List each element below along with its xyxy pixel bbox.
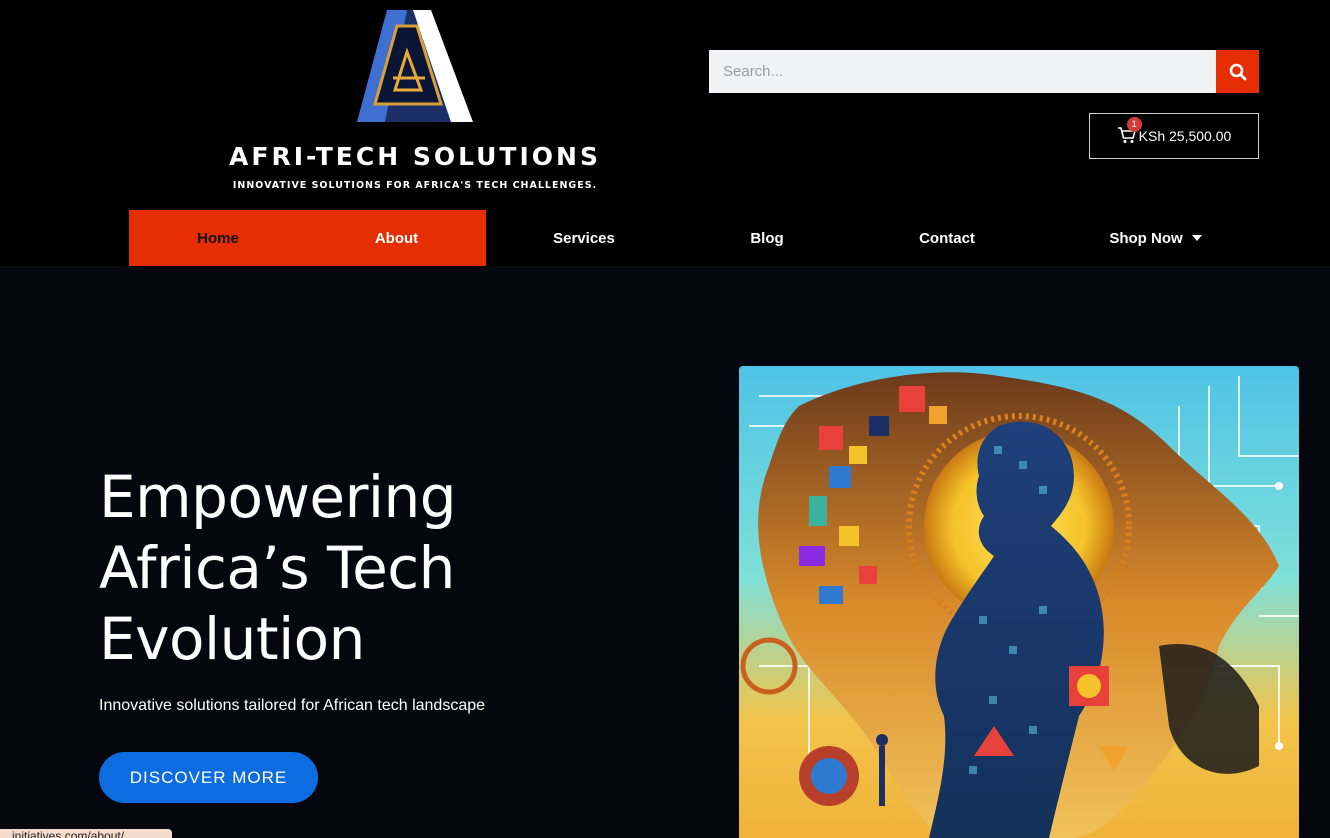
chevron-down-icon: [1191, 235, 1202, 241]
hero-title-line-2: Africa’s Tech: [99, 534, 455, 602]
brand-logo[interactable]: AFRI-TECH SOLUTIONS INNOVATIVE SOLUTIONS…: [200, 8, 630, 198]
nav-item-blog[interactable]: Blog: [682, 210, 852, 266]
brand-tagline: INNOVATIVE SOLUTIONS FOR AFRICA'S TECH C…: [232, 180, 598, 191]
cart-total: KSh 25,500.00: [1138, 128, 1232, 144]
status-bar-url: ...initiatives.com/about/: [0, 829, 172, 838]
nav-shop-label: Shop Now: [1109, 229, 1183, 247]
site-header: AFRI-TECH SOLUTIONS INNOVATIVE SOLUTIONS…: [0, 0, 1330, 266]
hero-subtitle: Innovative solutions tailored for Africa…: [99, 697, 486, 714]
nav-about-label: About: [374, 229, 419, 247]
nav-contact-label: Contact: [919, 229, 975, 247]
cart-button[interactable]: 1 KSh 25,500.00: [1089, 113, 1259, 159]
nav-item-about[interactable]: About: [307, 210, 486, 266]
nav-item-shop-now[interactable]: Shop Now: [1042, 210, 1269, 266]
cart-count-badge: 1: [1126, 117, 1142, 132]
hero-image: [739, 366, 1299, 838]
search-form: [709, 50, 1259, 93]
africa-tech-illustration: [739, 366, 1299, 838]
brand-title: AFRI-TECH SOLUTIONS: [229, 142, 601, 171]
hero-title: Empowering Africa’s Tech Evolution: [99, 462, 659, 675]
nav-item-contact[interactable]: Contact: [852, 210, 1042, 266]
search-icon: [1229, 63, 1246, 80]
nav-item-home[interactable]: Home: [129, 210, 307, 266]
search-button[interactable]: [1216, 50, 1259, 93]
hero-title-line-3: Evolution: [99, 605, 365, 673]
nav-blog-label: Blog: [750, 229, 784, 247]
cart-icon-wrap: 1: [1117, 117, 1142, 146]
nav-home-label: Home: [197, 229, 239, 247]
nav-item-services[interactable]: Services: [486, 210, 682, 266]
search-input[interactable]: [709, 50, 1216, 93]
hero-title-line-1: Empowering: [99, 463, 457, 531]
discover-more-button[interactable]: DISCOVER MORE: [99, 752, 318, 803]
nav-services-label: Services: [553, 229, 615, 247]
main-nav: Home About Services Blog Contact Shop No…: [129, 210, 1269, 266]
logo-a-icon: [357, 10, 473, 122]
